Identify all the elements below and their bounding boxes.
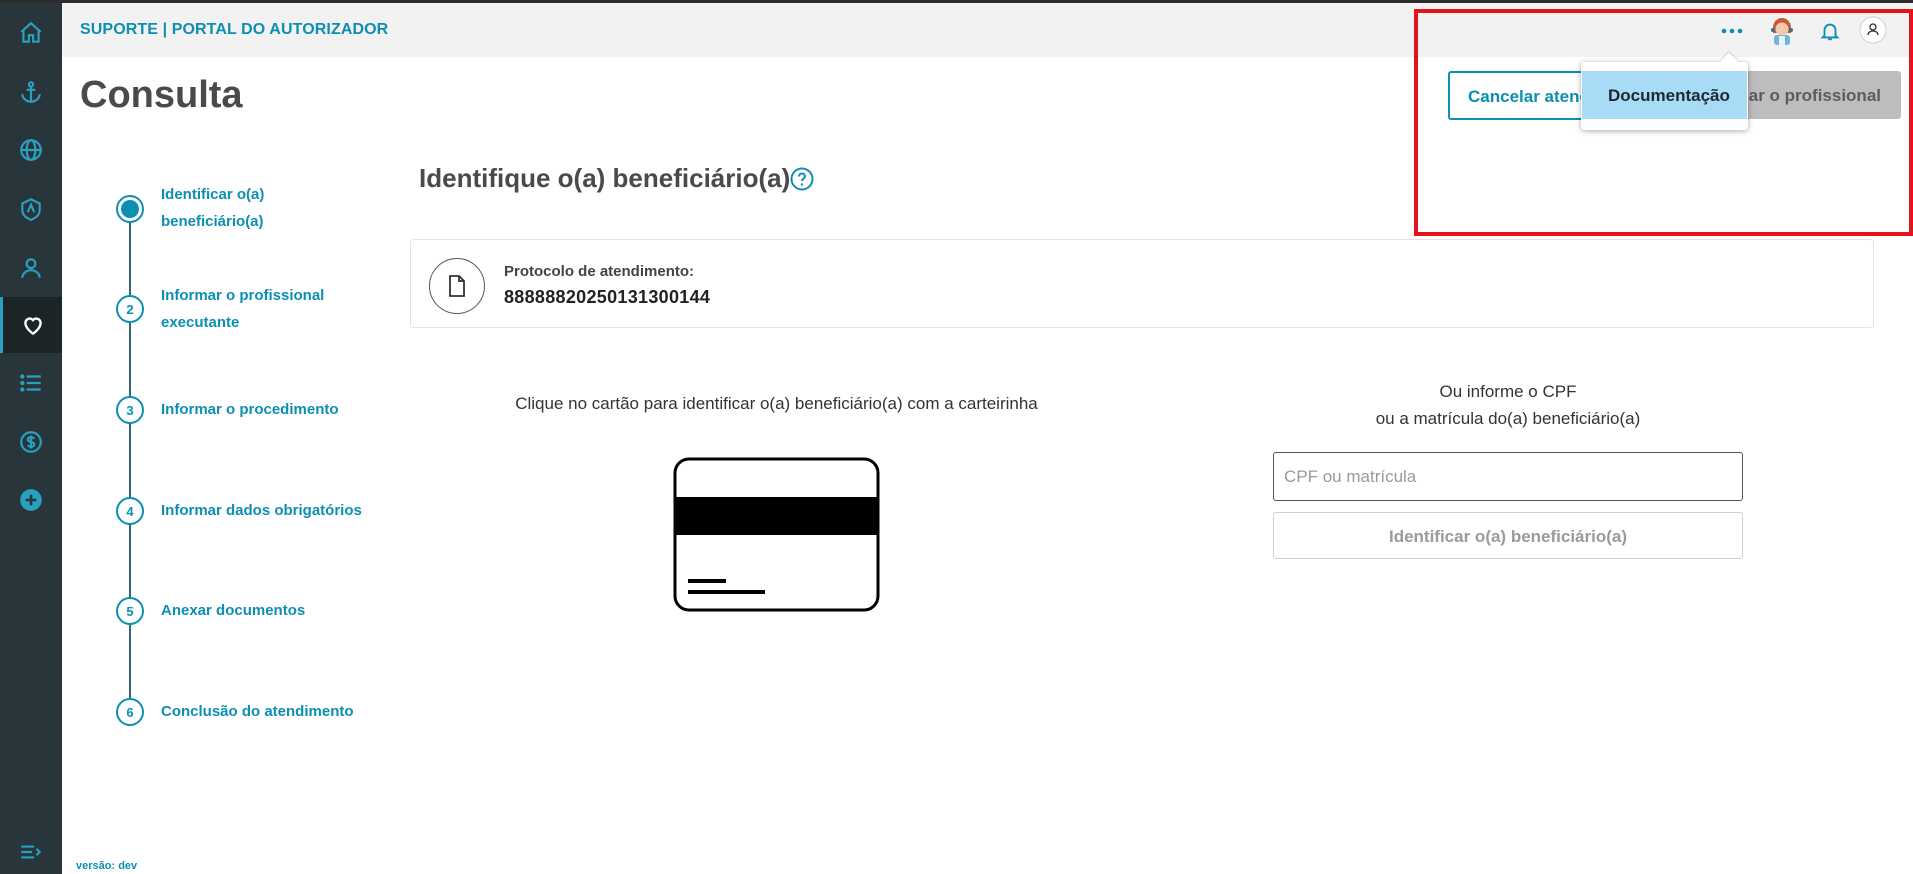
step-4-indicator: 4 [116, 497, 144, 525]
sidebar-item-list[interactable] [0, 355, 62, 411]
step-1-indicator [116, 195, 144, 223]
protocol-number: 88888820250131300144 [504, 287, 711, 307]
heart-icon [23, 317, 42, 336]
app-title[interactable]: SUPORTE | PORTAL DO AUTORIZADOR [80, 21, 388, 39]
shield-icon [21, 198, 41, 222]
globe-icon [20, 139, 42, 161]
expand-menu-icon [21, 845, 42, 859]
sidebar-item-shield[interactable] [0, 181, 62, 237]
anchor-icon [21, 81, 41, 103]
dollar-icon [20, 431, 42, 453]
cpf-instruction-line-1: Ou informe o CPF [1439, 382, 1577, 401]
help-button[interactable] [790, 167, 814, 191]
step-4-label[interactable]: Informar dados obrigatórios [161, 497, 376, 524]
sidebar-item-health[interactable] [0, 297, 62, 353]
protocol-label: Protocolo de atendimento: [504, 263, 695, 280]
sidebar-expand-button[interactable] [0, 830, 62, 874]
cpf-input[interactable] [1273, 452, 1743, 501]
sidebar-item-user[interactable] [0, 240, 62, 296]
user-icon [21, 258, 41, 278]
step-3-indicator: 3 [116, 396, 144, 424]
identify-beneficiary-button[interactable]: Identificar o(a) beneficiário(a) [1273, 512, 1743, 559]
sidebar [0, 3, 62, 874]
card-instruction-text: Clique no cartão para identificar o(a) b… [515, 394, 1038, 413]
step-2-label[interactable]: Informar o profissional executante [161, 282, 346, 336]
list-icon [20, 374, 41, 392]
cpf-instruction: Ou informe o CPF ou a matrícula do(a) be… [1273, 378, 1743, 432]
sidebar-item-finance[interactable] [0, 414, 62, 470]
credit-card-icon [673, 457, 880, 612]
section-title: Identifique o(a) beneficiário(a) [419, 163, 791, 193]
highlight-annotation-box [1414, 9, 1913, 236]
step-3-label[interactable]: Informar o procedimento [161, 396, 376, 423]
home-icon [20, 21, 42, 43]
step-5-label[interactable]: Anexar documentos [161, 597, 376, 624]
document-icon [449, 275, 465, 297]
sidebar-item-home[interactable] [0, 5, 62, 61]
step-2-indicator: 2 [116, 295, 144, 323]
protocol-icon-wrapper [429, 258, 485, 314]
protocol-card: Protocolo de atendimento: 88888820250131… [410, 239, 1874, 328]
help-icon [790, 167, 814, 191]
stepper-line [129, 209, 131, 712]
sidebar-item-anchor[interactable] [0, 64, 62, 120]
sidebar-item-globe[interactable] [0, 122, 62, 178]
step-1-label[interactable]: Identificar o(a) beneficiário(a) [161, 181, 291, 235]
membership-card-reader[interactable] [673, 457, 880, 612]
plus-circle-icon [20, 489, 42, 511]
page-title: Consulta [80, 74, 243, 116]
step-6-label[interactable]: Conclusão do atendimento [161, 698, 376, 725]
step-5-indicator: 5 [116, 597, 144, 625]
version-label: versão: dev [76, 860, 138, 872]
cpf-instruction-line-2: ou a matrícula do(a) beneficiário(a) [1375, 409, 1641, 428]
sidebar-item-add[interactable] [0, 472, 62, 528]
step-6-indicator: 6 [116, 698, 144, 726]
